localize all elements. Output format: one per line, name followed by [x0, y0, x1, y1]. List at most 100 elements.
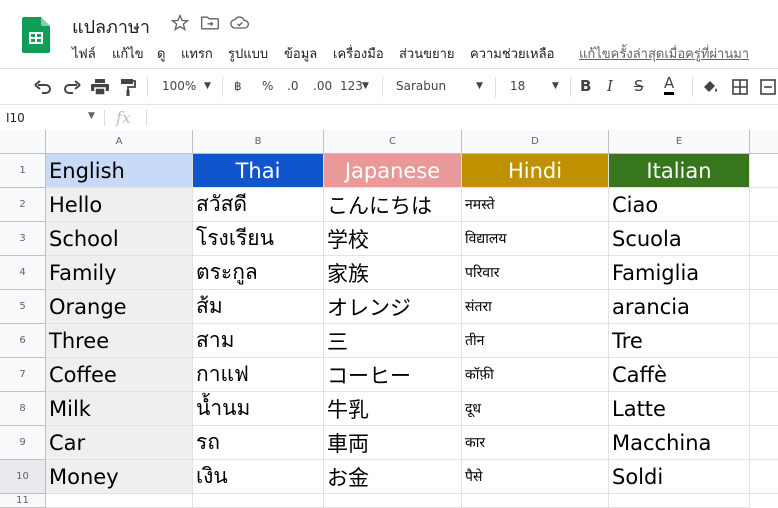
empty-cell[interactable] [750, 222, 778, 256]
cell-hindi[interactable]: विद्यालय [462, 222, 609, 256]
row-header[interactable]: 1 [0, 154, 46, 188]
row-header[interactable]: 7 [0, 358, 46, 392]
column-header[interactable]: E [609, 130, 750, 154]
row-header[interactable]: 6 [0, 324, 46, 358]
empty-cell[interactable] [750, 426, 778, 460]
menu-help[interactable]: ความช่วยเหลือ [470, 43, 554, 64]
row-header[interactable]: 3 [0, 222, 46, 256]
cell-italian[interactable]: Famiglia [609, 256, 750, 290]
column-header[interactable]: A [46, 130, 193, 154]
name-box-arrow-icon[interactable]: ▼ [88, 111, 95, 121]
cell-japanese[interactable]: 家族 [324, 256, 462, 290]
column-header-empty[interactable] [750, 130, 778, 154]
name-box[interactable]: I10 [6, 111, 25, 125]
cell-hindi[interactable]: संतरा [462, 290, 609, 324]
cell-japanese[interactable]: オレンジ [324, 290, 462, 324]
cell-italian[interactable]: Tre [609, 324, 750, 358]
empty-cell[interactable] [750, 256, 778, 290]
text-color-button[interactable]: A [664, 75, 675, 95]
header-cell-japanese[interactable]: Japanese [324, 154, 462, 188]
fill-color-icon[interactable] [700, 77, 720, 97]
menu-data[interactable]: ข้อมูล [284, 43, 317, 64]
row-header[interactable]: 5 [0, 290, 46, 324]
decrease-decimal-button[interactable]: .0 [287, 79, 298, 93]
cell-hindi[interactable]: कार [462, 426, 609, 460]
cell-italian[interactable]: Soldi [609, 460, 750, 494]
zoom-select[interactable]: 100% [162, 79, 196, 93]
cell-hindi[interactable]: पैसे [462, 460, 609, 494]
empty-cell[interactable] [462, 494, 609, 508]
cell-hindi[interactable]: तीन [462, 324, 609, 358]
cell-thai[interactable]: รถ [193, 426, 324, 460]
empty-cell[interactable] [750, 460, 778, 494]
row-header[interactable]: 8 [0, 392, 46, 426]
paint-format-icon[interactable] [118, 77, 138, 97]
menu-format[interactable]: รูปแบบ [228, 43, 268, 64]
cell-english[interactable]: Three [46, 324, 193, 358]
cell-english[interactable]: Orange [46, 290, 193, 324]
header-cell-italian[interactable]: Italian [609, 154, 750, 188]
cell-japanese[interactable]: こんにちは [324, 188, 462, 222]
percent-format-button[interactable]: % [262, 79, 273, 93]
move-folder-icon[interactable] [200, 14, 220, 36]
empty-cell[interactable] [750, 290, 778, 324]
font-dropdown-arrow-icon[interactable]: ▼ [476, 81, 483, 91]
cell-thai[interactable]: ส้ม [193, 290, 324, 324]
undo-icon[interactable] [33, 77, 53, 97]
empty-cell[interactable] [324, 494, 462, 508]
menu-extensions[interactable]: ส่วนขยาย [399, 43, 455, 64]
cell-thai[interactable]: สวัสดี [193, 188, 324, 222]
merge-cells-icon[interactable] [758, 77, 778, 97]
cell-japanese[interactable]: 三 [324, 324, 462, 358]
cell-japanese[interactable]: 学校 [324, 222, 462, 256]
cell-italian[interactable]: Macchina [609, 426, 750, 460]
redo-icon[interactable] [62, 77, 82, 97]
column-header[interactable]: D [462, 130, 609, 154]
cell-hindi[interactable]: नमस्ते [462, 188, 609, 222]
row-header-active[interactable]: 10 [0, 460, 46, 494]
strikethrough-button[interactable]: S [634, 77, 644, 95]
italic-button[interactable]: I [607, 77, 613, 95]
cell-japanese[interactable]: お金 [324, 460, 462, 494]
sheets-logo-icon[interactable] [22, 17, 50, 53]
empty-cell[interactable] [750, 188, 778, 222]
borders-icon[interactable] [730, 77, 750, 97]
last-edit-link[interactable]: แก้ไขครั้งล่าสุดเมื่อครู่ที่ผ่านมา [579, 43, 749, 64]
cell-english[interactable]: Hello [46, 188, 193, 222]
star-icon[interactable] [170, 13, 190, 37]
cell-thai[interactable]: โรงเรียน [193, 222, 324, 256]
bold-button[interactable]: B [580, 77, 591, 95]
cell-english[interactable]: Money [46, 460, 193, 494]
menu-tools[interactable]: เครื่องมือ [333, 43, 384, 64]
cell-italian[interactable]: Scuola [609, 222, 750, 256]
document-title[interactable]: แปลภาษา [72, 12, 150, 41]
cell-hindi[interactable]: कॉफ़ी [462, 358, 609, 392]
font-size-select[interactable]: 18 [510, 79, 525, 93]
row-header[interactable]: 11 [0, 494, 46, 508]
empty-cell[interactable] [609, 494, 750, 508]
cell-japanese[interactable]: 牛乳 [324, 392, 462, 426]
currency-format-button[interactable]: ฿ [234, 79, 242, 93]
cell-italian[interactable]: Ciao [609, 188, 750, 222]
cell-thai[interactable]: ตระกูล [193, 256, 324, 290]
cell-italian[interactable]: Latte [609, 392, 750, 426]
print-icon[interactable] [90, 77, 110, 97]
cell-thai[interactable]: เงิน [193, 460, 324, 494]
cell-hindi[interactable]: दूध [462, 392, 609, 426]
column-header[interactable]: C [324, 130, 462, 154]
menu-view[interactable]: ดู [157, 43, 165, 64]
empty-cell[interactable] [750, 324, 778, 358]
column-header[interactable]: B [193, 130, 324, 154]
empty-cell[interactable] [750, 154, 778, 188]
increase-decimal-button[interactable]: .00 [313, 79, 332, 93]
row-header[interactable]: 4 [0, 256, 46, 290]
header-cell-hindi[interactable]: Hindi [462, 154, 609, 188]
more-formats-button[interactable]: 123 [340, 79, 363, 93]
empty-cell[interactable] [750, 392, 778, 426]
empty-cell[interactable] [193, 494, 324, 508]
cell-thai[interactable]: กาแฟ [193, 358, 324, 392]
cloud-saved-icon[interactable] [230, 14, 250, 36]
menu-insert[interactable]: แทรก [181, 43, 213, 64]
empty-cell[interactable] [46, 494, 193, 508]
cell-english[interactable]: Coffee [46, 358, 193, 392]
